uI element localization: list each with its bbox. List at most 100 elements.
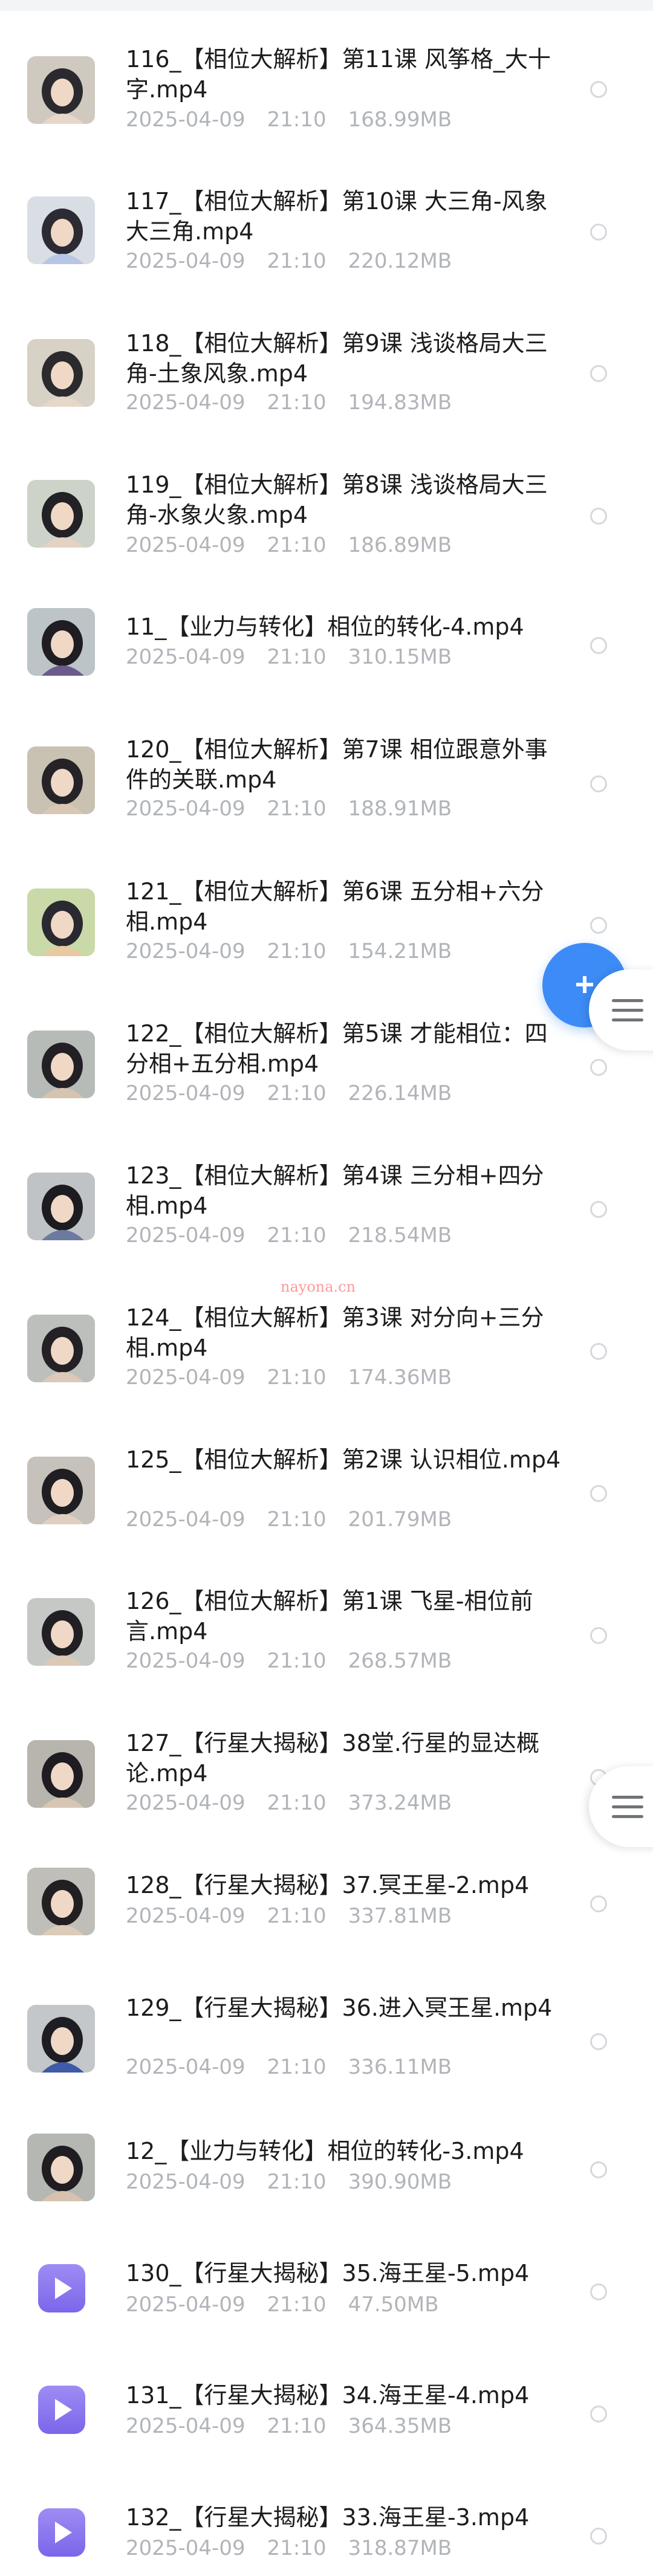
select-radio[interactable] bbox=[590, 1343, 607, 1360]
file-time: 21:10 bbox=[267, 108, 326, 132]
video-thumbnail bbox=[27, 56, 95, 124]
file-time: 21:10 bbox=[267, 390, 326, 415]
select-radio[interactable] bbox=[590, 81, 607, 98]
file-time: 21:10 bbox=[267, 1791, 326, 1815]
file-time: 21:10 bbox=[267, 645, 326, 669]
file-time: 21:10 bbox=[267, 1904, 326, 1928]
file-meta: 2025-04-09 21:10 373.24MB bbox=[126, 1791, 473, 1815]
file-time: 21:10 bbox=[267, 797, 326, 821]
file-size: 47.50MB bbox=[348, 2293, 439, 2317]
file-size: 218.54MB bbox=[348, 1223, 452, 1248]
file-date: 2025-04-09 bbox=[126, 1904, 245, 1928]
file-date: 2025-04-09 bbox=[126, 2414, 245, 2438]
file-name: 120_【相位大解析】第7课 相位跟意外事件的关联.mp4 bbox=[126, 736, 548, 793]
file-size: 154.21MB bbox=[348, 939, 452, 963]
video-thumbnail bbox=[27, 339, 95, 407]
file-date: 2025-04-09 bbox=[126, 1223, 245, 1248]
file-date: 2025-04-09 bbox=[126, 797, 245, 821]
file-name: 127_【行星大揭秘】38堂.行星的显达概论.mp4 bbox=[126, 1730, 539, 1787]
play-icon bbox=[38, 2264, 85, 2312]
file-meta: 2025-04-09 21:10 47.50MB bbox=[126, 2293, 461, 2317]
file-name: 12_【业力与转化】相位的转化-3.mp4 bbox=[126, 2138, 524, 2164]
select-radio[interactable] bbox=[590, 2283, 607, 2300]
play-icon bbox=[38, 2386, 85, 2434]
file-name: 124_【相位大解析】第3课 对分向+三分相.mp4 bbox=[126, 1304, 544, 1361]
file-meta: 2025-04-09 21:10 310.15MB bbox=[126, 645, 473, 669]
select-radio[interactable] bbox=[590, 2033, 607, 2050]
file-size: 310.15MB bbox=[348, 645, 452, 669]
file-size: 268.57MB bbox=[348, 1649, 452, 1673]
file-date: 2025-04-09 bbox=[126, 1507, 245, 1532]
file-time: 21:10 bbox=[267, 2414, 326, 2438]
menu-icon-bar bbox=[612, 1018, 643, 1021]
file-meta: 2025-04-09 21:10 168.99MB bbox=[126, 108, 473, 132]
video-thumbnail bbox=[27, 480, 95, 548]
select-radio[interactable] bbox=[590, 1201, 607, 1218]
file-date: 2025-04-09 bbox=[126, 939, 245, 963]
file-name: 122_【相位大解析】第5课 才能相位：四分相+五分相.mp4 bbox=[126, 1020, 548, 1077]
file-name: 116_【相位大解析】第11课 风筝格_大十字.mp4 bbox=[126, 46, 551, 103]
select-radio[interactable] bbox=[590, 1059, 607, 1076]
file-meta: 2025-04-09 21:10 218.54MB bbox=[126, 1223, 473, 1248]
file-meta: 2025-04-09 21:10 337.81MB bbox=[126, 1904, 473, 1928]
file-meta: 2025-04-09 21:10 188.91MB bbox=[126, 797, 473, 821]
file-size: 201.79MB bbox=[348, 1507, 452, 1532]
menu-icon-bar bbox=[612, 1805, 643, 1808]
select-radio[interactable] bbox=[590, 508, 607, 525]
select-radio[interactable] bbox=[590, 365, 607, 382]
file-time: 21:10 bbox=[267, 2055, 326, 2079]
file-meta: 2025-04-09 21:10 154.21MB bbox=[126, 939, 473, 963]
video-thumbnail bbox=[27, 888, 95, 956]
file-meta: 2025-04-09 21:10 174.36MB bbox=[126, 1365, 473, 1390]
file-size: 373.24MB bbox=[348, 1791, 452, 1815]
file-name: 118_【相位大解析】第9课 浅谈格局大三角-土象风象.mp4 bbox=[126, 330, 548, 387]
file-time: 21:10 bbox=[267, 939, 326, 963]
file-date: 2025-04-09 bbox=[126, 1649, 245, 1673]
video-thumbnail bbox=[27, 608, 95, 676]
file-meta: 2025-04-09 21:10 318.87MB bbox=[126, 2536, 473, 2560]
file-time: 21:10 bbox=[267, 1507, 326, 1532]
select-radio[interactable] bbox=[590, 224, 607, 241]
file-time: 21:10 bbox=[267, 1365, 326, 1390]
select-radio[interactable] bbox=[590, 917, 607, 934]
file-date: 2025-04-09 bbox=[126, 533, 245, 557]
file-date: 2025-04-09 bbox=[126, 2536, 245, 2560]
select-radio[interactable] bbox=[590, 1485, 607, 1502]
play-icon bbox=[38, 2508, 85, 2557]
video-thumbnail bbox=[27, 1457, 95, 1524]
file-time: 21:10 bbox=[267, 533, 326, 557]
select-radio[interactable] bbox=[590, 2406, 607, 2422]
file-size: 226.14MB bbox=[348, 1081, 452, 1105]
file-date: 2025-04-09 bbox=[126, 108, 245, 132]
file-meta: 2025-04-09 21:10 220.12MB bbox=[126, 249, 473, 273]
file-date: 2025-04-09 bbox=[126, 1365, 245, 1390]
file-size: 174.36MB bbox=[348, 1365, 452, 1390]
file-date: 2025-04-09 bbox=[126, 2170, 245, 2194]
video-thumbnail bbox=[27, 746, 95, 814]
watermark: nayona.cn bbox=[281, 1278, 356, 1295]
file-size: 390.90MB bbox=[348, 2170, 452, 2194]
file-date: 2025-04-09 bbox=[126, 645, 245, 669]
select-radio[interactable] bbox=[590, 775, 607, 792]
video-thumbnail bbox=[27, 1868, 95, 1935]
file-name: 130_【行星大揭秘】35.海王星-5.mp4 bbox=[126, 2260, 530, 2286]
video-thumbnail bbox=[27, 1740, 95, 1808]
select-radio[interactable] bbox=[590, 2161, 607, 2178]
menu-icon-bar bbox=[612, 999, 643, 1002]
file-meta: 2025-04-09 21:10 194.83MB bbox=[126, 390, 473, 415]
select-radio[interactable] bbox=[590, 1895, 607, 1912]
select-radio[interactable] bbox=[590, 2528, 607, 2545]
menu-icon-bar bbox=[612, 1815, 643, 1818]
menu-icon-bar bbox=[612, 1009, 643, 1012]
top-strip bbox=[0, 0, 653, 11]
file-name: 121_【相位大解析】第6课 五分相+六分相.mp4 bbox=[126, 878, 544, 935]
file-time: 21:10 bbox=[267, 1223, 326, 1248]
select-radio[interactable] bbox=[590, 1627, 607, 1644]
file-date: 2025-04-09 bbox=[126, 1791, 245, 1815]
file-meta: 2025-04-09 21:10 201.79MB bbox=[126, 1507, 473, 1532]
file-name: 11_【业力与转化】相位的转化-4.mp4 bbox=[126, 613, 524, 640]
select-radio[interactable] bbox=[590, 637, 607, 654]
file-date: 2025-04-09 bbox=[126, 2055, 245, 2079]
file-time: 21:10 bbox=[267, 1081, 326, 1105]
file-size: 318.87MB bbox=[348, 2536, 452, 2560]
